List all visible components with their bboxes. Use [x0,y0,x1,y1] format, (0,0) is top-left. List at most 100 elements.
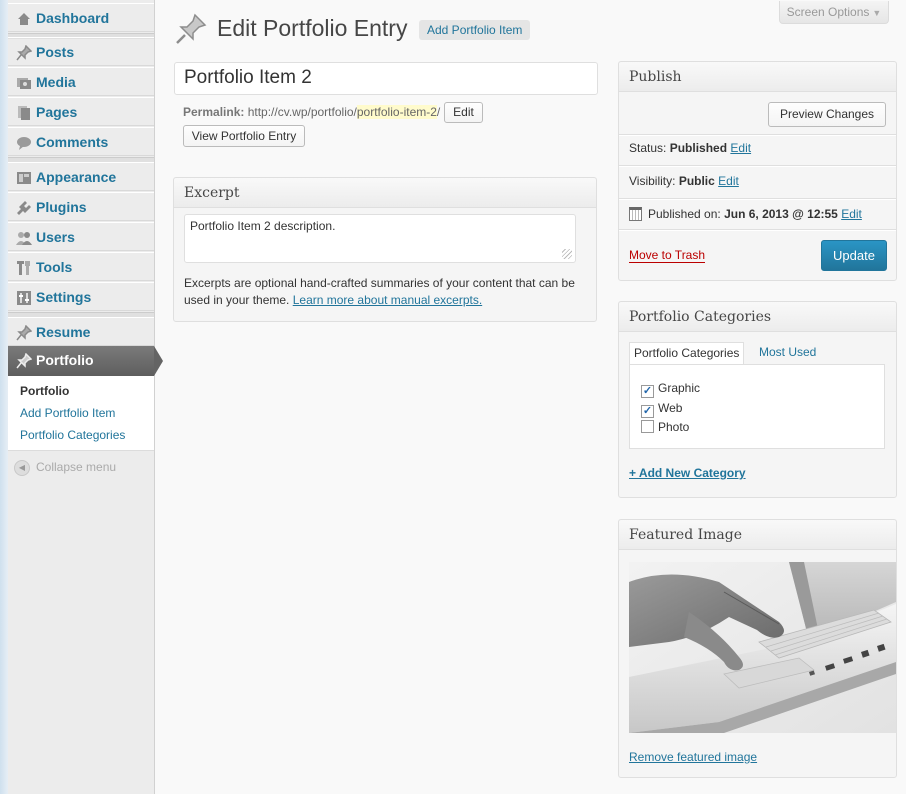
resize-grip-icon[interactable] [562,249,572,259]
edit-permalink-button[interactable]: Edit [444,102,483,123]
featured-image[interactable] [629,562,896,733]
categories-heading: Portfolio Categories [619,302,896,332]
comment-icon [17,137,31,150]
featured-image-box: Featured Image Remove featured image [618,519,897,778]
excerpt-help: Excerpts are optional hand-crafted summa… [184,275,589,309]
view-portfolio-entry-button[interactable]: View Portfolio Entry [183,125,305,147]
sidebar-item-label: Users [36,229,75,245]
sidebar-item-plugins[interactable]: Plugins [8,192,154,221]
post-title-input[interactable]: Portfolio Item 2 [174,62,598,95]
plugin-icon [17,201,31,215]
category-graphic[interactable]: ✓ Graphic [641,381,700,398]
sidebar-item-settings[interactable]: Settings [8,282,154,311]
admin-sidebar: Dashboard Posts Media Pages Comments App… [0,0,163,794]
sidebar-item-tools[interactable]: Tools [8,252,154,281]
edit-date-link[interactable]: Edit [841,207,862,221]
permalink-end: / [436,105,441,119]
pin-icon [16,325,32,341]
visibility-label: Visibility: [629,174,676,188]
excerpt-help-link[interactable]: Learn more about manual excerpts. [293,293,482,307]
sidebar-item-label: Dashboard [36,10,110,26]
sidebar-item-label: Resume [36,324,91,340]
collapse-menu-button[interactable]: ◀ Collapse menu [14,460,116,476]
pin-icon [16,353,32,369]
submenu-item-portfolio[interactable]: Portfolio [20,384,69,398]
excerpt-value: Portfolio Item 2 description. [190,219,336,233]
add-new-category-link[interactable]: + Add New Category [629,466,746,480]
checkbox-unchecked[interactable] [641,420,654,433]
category-web[interactable]: ✓ Web [641,401,682,418]
sidebar-item-label: Comments [36,134,109,150]
tab-all-categories[interactable]: Portfolio Categories [629,342,745,366]
category-photo[interactable]: Photo [641,420,689,434]
sidebar-item-portfolio[interactable]: Portfolio [8,346,163,376]
permalink-slug[interactable]: portfolio-item-2 [356,105,437,119]
publish-heading: Publish [619,62,896,92]
update-button[interactable]: Update [821,240,887,271]
edit-visibility-link[interactable]: Edit [718,174,739,188]
screen-options-button[interactable]: Screen Options ▼ [779,1,889,24]
dashboard-icon [18,13,30,25]
divider [619,165,896,167]
featured-image-heading: Featured Image [619,520,896,550]
sidebar-item-label: Plugins [36,199,87,215]
category-label: Web [658,401,683,415]
calendar-icon [629,207,642,221]
sidebar-item-pages[interactable]: Pages [8,97,154,126]
sidebar-item-dashboard[interactable]: Dashboard [8,3,154,32]
collapse-menu-label: Collapse menu [36,460,117,475]
publish-box: Publish Preview Changes Status: Publishe… [618,61,897,281]
published-value: Jun 6, 2013 @ 12:55 [724,207,838,221]
tools-icon [17,261,30,275]
sidebar-item-comments[interactable]: Comments [8,127,154,156]
preview-changes-button[interactable]: Preview Changes [768,102,886,127]
published-label: Published on: [648,207,721,221]
move-to-trash-link[interactable]: Move to Trash [629,248,706,263]
divider [619,198,896,200]
excerpt-box: Excerpt Portfolio Item 2 description. Ex… [173,177,597,322]
tab-most-used[interactable]: Most Used [755,342,820,364]
sidebar-item-posts[interactable]: Posts [8,37,154,66]
portfolio-categories-box: Portfolio Categories Portfolio Categorie… [618,301,897,498]
checkbox-checked[interactable]: ✓ [641,385,654,398]
permalink: Permalink: http://cv.wp/portfolio/portfo… [183,105,440,119]
edit-status-link[interactable]: Edit [730,141,751,155]
submenu-item-portfolio-categories[interactable]: Portfolio Categories [20,428,125,442]
chevron-down-icon: ▼ [872,8,882,18]
category-label: Photo [658,420,690,434]
page-title: Edit Portfolio Entry [217,15,408,41]
excerpt-textarea[interactable]: Portfolio Item 2 description. [184,214,576,263]
portfolio-submenu: Portfolio Add Portfolio Item Portfolio C… [8,376,154,451]
submenu-item-add-portfolio-item[interactable]: Add Portfolio Item [20,406,115,420]
users-icon [16,232,32,245]
status-row: Status: Published Edit [629,141,751,155]
sidebar-item-media[interactable]: Media [8,67,154,96]
status-value: Published [669,141,728,155]
settings-icon [17,291,31,305]
sidebar-item-label: Media [36,74,76,90]
sidebar-item-resume[interactable]: Resume [8,317,154,346]
divider [619,229,896,231]
pages-icon [18,106,30,120]
permalink-base: http://cv.wp/portfolio/ [247,105,357,119]
sidebar-item-label: Pages [36,104,78,120]
sidebar-item-label: Portfolio [36,352,94,368]
visibility-row: Visibility: Public Edit [629,174,739,188]
appearance-icon [17,172,31,184]
excerpt-heading: Excerpt [174,178,596,208]
remove-featured-image-link[interactable]: Remove featured image [629,750,757,764]
sidebar-item-label: Tools [36,259,73,275]
current-menu-arrow [154,346,163,376]
divider [619,134,896,136]
category-label: Graphic [658,381,701,395]
sidebar-item-label: Posts [36,44,75,60]
category-checklist: ✓ Graphic ✓ Web Photo [629,364,885,449]
sidebar-item-appearance[interactable]: Appearance [8,162,154,191]
visibility-value: Public [678,174,715,188]
checkbox-checked[interactable]: ✓ [641,405,654,418]
media-icon [17,78,31,89]
sidebar-item-users[interactable]: Users [8,222,154,251]
screen-options-label: Screen Options [786,5,870,19]
add-portfolio-item-button[interactable]: Add Portfolio Item [419,20,531,40]
pin-icon [16,45,32,61]
